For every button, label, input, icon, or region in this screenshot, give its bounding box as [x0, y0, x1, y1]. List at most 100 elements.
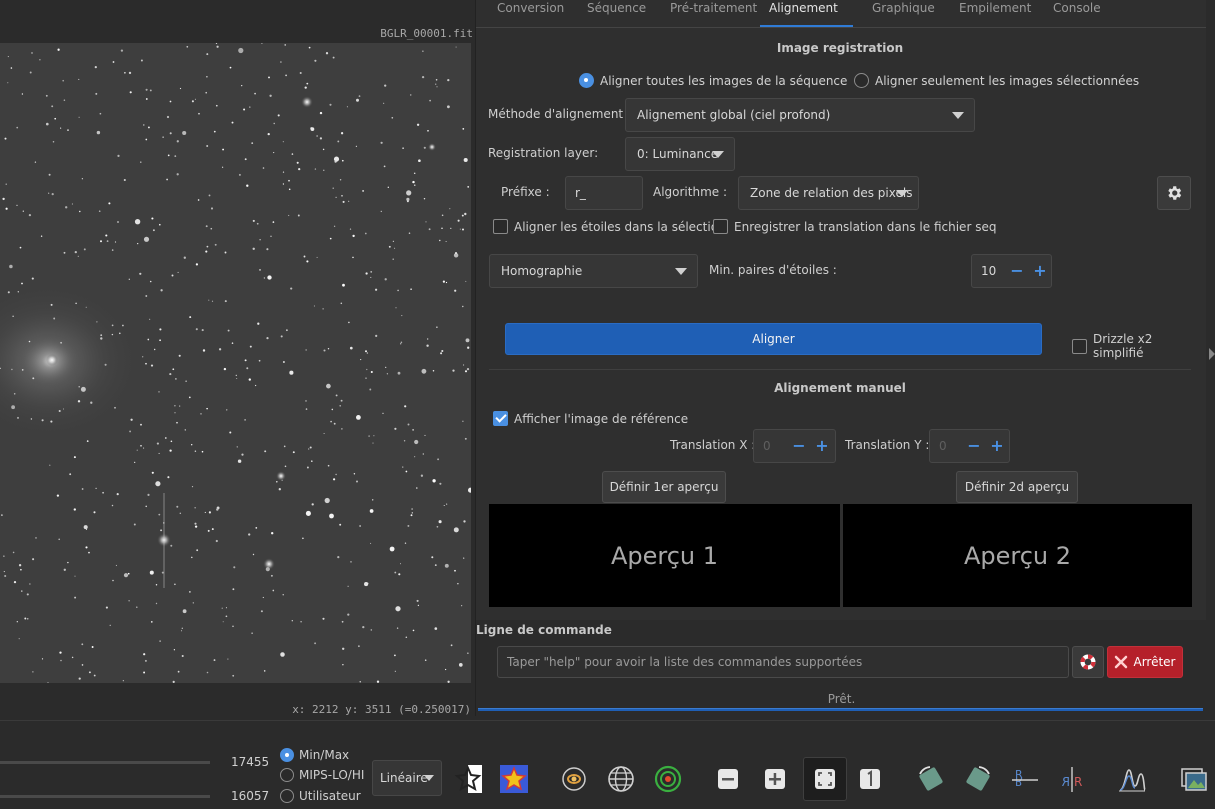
star: [151, 217, 154, 220]
zoom-fit-button[interactable]: [803, 757, 847, 801]
star: [355, 414, 361, 420]
mirror-x-button[interactable]: R R: [1007, 761, 1043, 797]
help-button[interactable]: [1072, 646, 1104, 678]
star: [145, 98, 148, 100]
preview-1[interactable]: Aperçu 1: [489, 504, 840, 607]
low-threshold-value[interactable]: 16057: [231, 789, 269, 803]
star: [446, 503, 448, 505]
radio-align-selected[interactable]: Aligner seulement les images sélectionné…: [854, 73, 1139, 88]
command-input[interactable]: Taper "help" pour avoir la liste des com…: [497, 646, 1069, 678]
check-align-stars-selection[interactable]: Aligner les étoiles dans la sélection: [493, 219, 726, 234]
zoom-in-button[interactable]: [757, 761, 793, 797]
image-gallery-button[interactable]: [1176, 761, 1212, 797]
chevron-right-icon[interactable]: [1209, 348, 1215, 360]
histogram-button[interactable]: [1114, 761, 1150, 797]
plus-icon[interactable]: +: [814, 438, 830, 454]
star: [280, 335, 283, 338]
tab-registration[interactable]: Alignement: [760, 0, 853, 27]
tab-conversion[interactable]: Conversion: [497, 0, 564, 27]
radio-minmax[interactable]: Min/Max: [280, 748, 349, 762]
prefix-input[interactable]: r_: [565, 176, 643, 210]
star: [420, 474, 424, 477]
star: [145, 138, 148, 141]
scale-select[interactable]: Linéaire: [372, 760, 442, 796]
astrometry-button[interactable]: [603, 761, 639, 797]
radio-user[interactable]: Utilisateur: [280, 789, 361, 803]
set-preview-2-button[interactable]: Définir 2d aperçu: [956, 471, 1078, 503]
plus-icon[interactable]: +: [989, 438, 1005, 454]
layer-select-value: 0: Luminance: [637, 147, 719, 161]
star: [56, 494, 60, 497]
stop-button[interactable]: Arrêter: [1107, 646, 1183, 678]
star-field-graphic: [0, 43, 471, 683]
star: [332, 56, 335, 59]
star: [195, 328, 198, 331]
transformation-select[interactable]: Homographie: [489, 254, 698, 288]
star: [325, 52, 329, 55]
star: [167, 476, 170, 479]
star: [52, 141, 55, 143]
star: [282, 171, 285, 173]
star: [342, 200, 345, 203]
cursor-coordinates: x: 2212 y: 3511 (=0.250017): [292, 703, 471, 716]
radio-mips[interactable]: MIPS-LO/HI: [280, 768, 364, 782]
star: [455, 46, 457, 48]
high-threshold-slider[interactable]: [0, 761, 210, 764]
radio-align-selected-label: Aligner seulement les images sélectionné…: [875, 73, 1140, 88]
negative-view-button[interactable]: [450, 761, 486, 797]
check-drizzle[interactable]: Drizzle x2 simplifié: [1072, 332, 1206, 360]
star: [319, 111, 323, 115]
star: [314, 168, 317, 170]
minus-icon[interactable]: −: [791, 438, 807, 454]
star: [269, 94, 272, 97]
check-show-reference[interactable]: Afficher l'image de référence: [493, 411, 688, 426]
set-preview-1-button[interactable]: Définir 1er aperçu: [602, 471, 726, 503]
false-color-button[interactable]: [496, 761, 532, 797]
star: [227, 658, 229, 660]
minus-icon[interactable]: −: [1009, 263, 1025, 279]
method-select[interactable]: Alignement global (ciel profond): [625, 98, 975, 132]
star: [123, 573, 129, 578]
check-save-translation[interactable]: Enregistrer la translation dans le fichi…: [713, 219, 996, 234]
star: [435, 79, 438, 81]
preview-2[interactable]: Aperçu 2: [843, 504, 1192, 607]
tab-sequence[interactable]: Séquence: [587, 0, 646, 27]
radio-align-all[interactable]: Aligner toutes les images de la séquence: [579, 73, 847, 88]
star: [221, 607, 223, 609]
rotate-left-button[interactable]: [913, 761, 949, 797]
mirror-vertical-icon: R R: [1062, 767, 1082, 792]
rotate-right-button[interactable]: [960, 761, 996, 797]
star: [211, 528, 214, 531]
photometry-button[interactable]: [650, 761, 686, 797]
star: [246, 367, 249, 370]
algorithm-select[interactable]: Zone de relation des pixels: [738, 176, 919, 210]
star: [414, 184, 416, 186]
star: [77, 255, 79, 257]
star: [258, 359, 261, 362]
star: [458, 663, 463, 667]
low-threshold-slider[interactable]: [0, 795, 210, 798]
settings-button[interactable]: [1157, 176, 1191, 210]
minus-icon[interactable]: −: [966, 438, 982, 454]
star: [436, 86, 438, 88]
star: [370, 271, 373, 273]
galaxy-search-button[interactable]: [556, 761, 592, 797]
layer-select[interactable]: 0: Luminance: [625, 137, 735, 171]
tab-plot[interactable]: Graphique: [872, 0, 935, 27]
tab-preprocessing[interactable]: Pré-traitement: [670, 0, 757, 27]
mirror-y-button[interactable]: R R: [1054, 761, 1090, 797]
chevron-down-icon: [712, 151, 724, 158]
zoom-100-button[interactable]: [852, 761, 888, 797]
target-icon: [654, 765, 682, 793]
zoom-out-button[interactable]: [710, 761, 746, 797]
high-threshold-value[interactable]: 17455: [231, 755, 269, 769]
align-button[interactable]: Aligner: [505, 323, 1042, 355]
star: [149, 318, 151, 320]
plus-icon[interactable]: +: [1032, 263, 1048, 279]
star: [467, 487, 471, 493]
star-field-image[interactable]: [0, 43, 471, 683]
star: [454, 289, 457, 292]
tab-console[interactable]: Console: [1053, 0, 1101, 27]
star: [271, 532, 274, 535]
tab-stacking[interactable]: Empilement: [959, 0, 1031, 27]
